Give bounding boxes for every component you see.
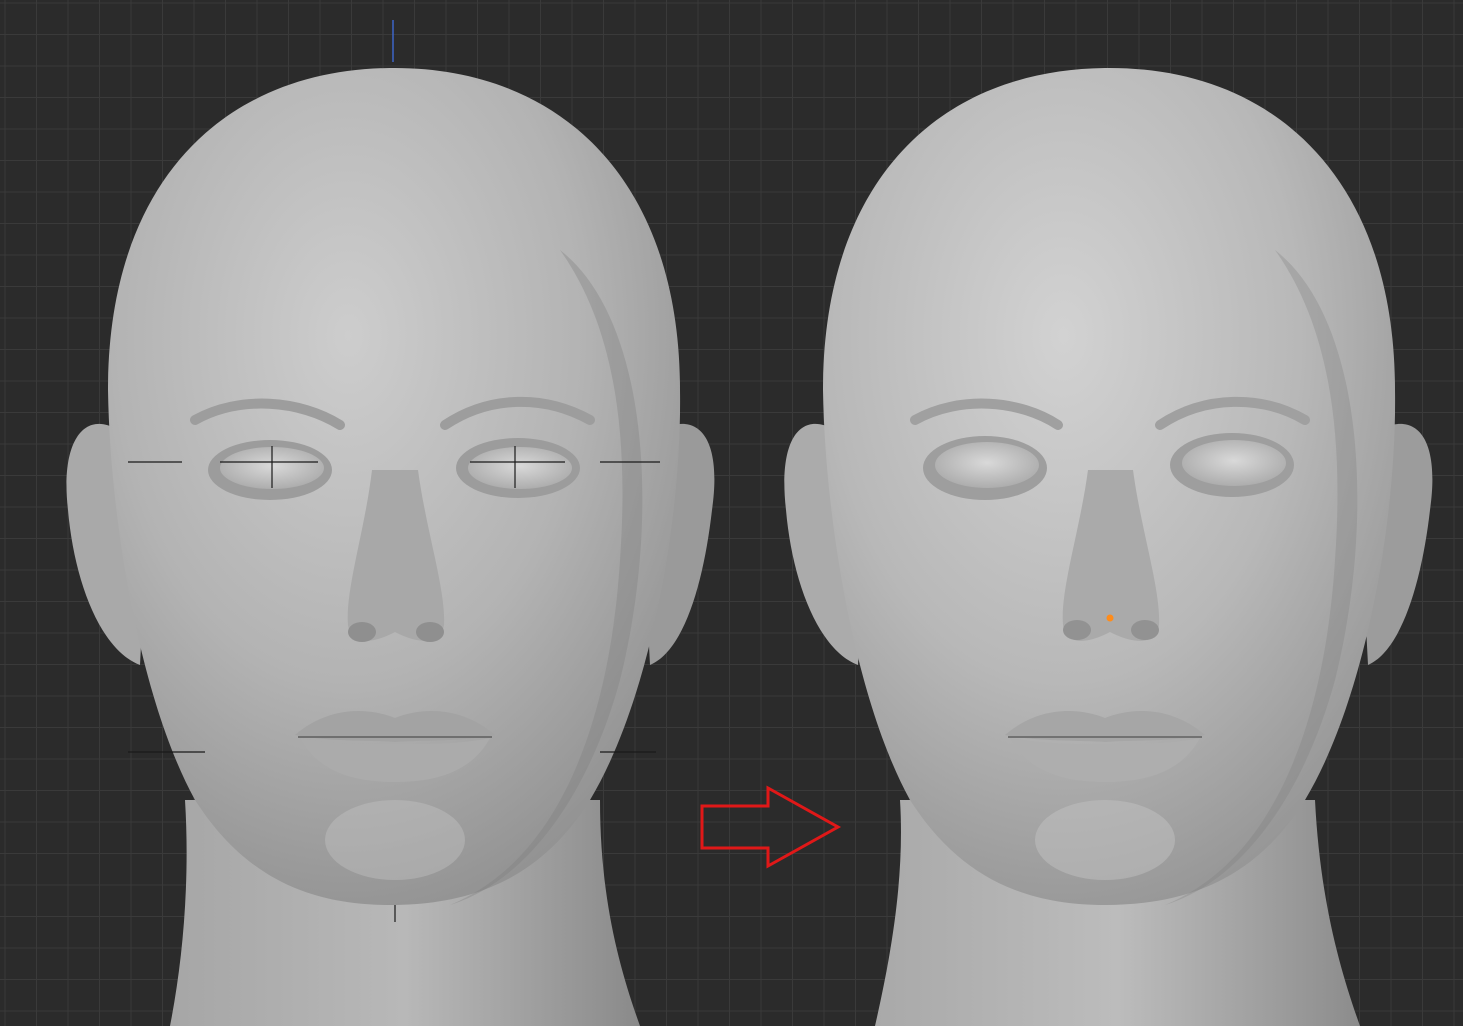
- chin-after: [1035, 800, 1175, 880]
- origin-marker[interactable]: [1106, 614, 1114, 622]
- 3d-viewport[interactable]: [0, 0, 1463, 1026]
- chin-before: [325, 800, 465, 880]
- eyeball-left-after: [935, 442, 1039, 488]
- arrow-right-icon: [700, 785, 842, 869]
- nostril-left-after: [1063, 620, 1091, 640]
- nostril-right-before: [416, 622, 444, 642]
- eyeball-right-before: [468, 447, 572, 489]
- eyeball-right-after: [1182, 440, 1286, 486]
- nostril-left-before: [348, 622, 376, 642]
- viewport-canvas[interactable]: [0, 0, 1463, 1026]
- head-model-after[interactable]: [784, 67, 1433, 1026]
- head-model-before[interactable]: [66, 67, 715, 1026]
- nostril-right-after: [1131, 620, 1159, 640]
